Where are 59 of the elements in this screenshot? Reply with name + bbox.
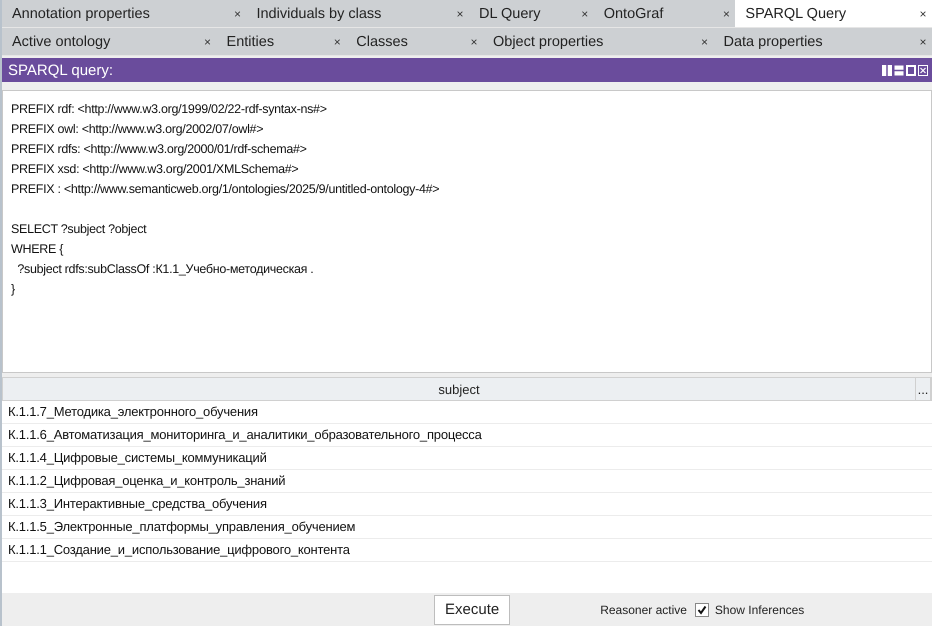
query-line: } [11, 281, 16, 298]
table-cell: К.1.1.6_Автоматизация_мониторинга_и_аналитики_образовательного_процесса [2, 424, 932, 447]
panel-title: SPARQL query: [8, 62, 114, 78]
close-icon[interactable] [918, 64, 928, 76]
tab[interactable]: Data properties × [713, 28, 932, 55]
close-icon[interactable]: × [464, 34, 483, 48]
close-icon[interactable]: × [695, 34, 714, 48]
query-line: WHERE { [11, 241, 64, 258]
tab-label[interactable]: Entities [226, 34, 274, 50]
close-icon[interactable]: × [576, 6, 594, 20]
table-cell: К.1.1.3_Интерактивные_средства_обучения [2, 493, 932, 516]
maximize-icon[interactable] [906, 64, 916, 76]
query-line: ?subject rdfs:subClassOf :К1.1_Учебно-методическая . [16, 261, 314, 278]
query-line: PREFIX owl: <http://www.w3.org/2002/07/owl#> [11, 121, 264, 138]
query-line: PREFIX rdf: <http://www.w3.org/1999/02/22-rdf-syntax-ns#> [11, 101, 328, 118]
tab-label[interactable]: OntoGraf [604, 6, 664, 22]
check-icon [696, 604, 707, 614]
tab-label[interactable]: Individuals by class [256, 6, 382, 22]
table-cell: К.1.1.2_Цифровая_оценка_и_контроль_знаний [2, 470, 932, 493]
table-cell: К.1.1.5_Электронные_платформы_управления_обучением [2, 516, 932, 539]
table-cell: К.1.1.7_Методика_электронного_обучения [2, 401, 932, 424]
close-icon[interactable]: × [198, 34, 217, 48]
tab[interactable]: OntoGraf × [594, 0, 736, 27]
tab[interactable]: Object properties × [482, 28, 714, 55]
table-cell: К.1.1.1_Создание_и_использование_цифрового_контента [2, 539, 932, 562]
checkbox[interactable] [694, 602, 709, 616]
tab-label[interactable]: Data properties [723, 34, 823, 50]
tab-label[interactable]: SPARQL Query [745, 6, 846, 22]
query-line: PREFIX rdfs: <http://www.w3.org/2000/01/rdf-schema#> [11, 141, 308, 158]
tab-label[interactable]: DL Query [478, 6, 540, 22]
tab-label[interactable]: Object properties [492, 34, 604, 50]
tab-label[interactable]: Active ontology [12, 34, 110, 50]
tab[interactable]: Annotation properties × [2, 0, 246, 27]
tab-label[interactable]: Classes [356, 34, 408, 50]
tab[interactable]: DL Query × [468, 0, 594, 27]
reasoner-status: Reasoner active [600, 602, 687, 616]
tab-label[interactable]: Annotation properties [12, 6, 150, 22]
query-line: PREFIX : <http://www.semanticweb.org/1/ontologies/2025/9/untitled-ontology-4#> [11, 181, 440, 198]
query-editor[interactable] [2, 90, 932, 373]
tab[interactable]: Individuals by class × [246, 0, 469, 27]
tab[interactable]: SPARQL Query × [735, 0, 932, 27]
split-vertical-icon[interactable] [882, 64, 892, 76]
close-icon[interactable]: × [450, 6, 469, 20]
split-horizontal-icon[interactable] [894, 64, 904, 76]
table-cell: К.1.1.4_Цифровые_системы_коммуникаций [2, 447, 932, 470]
query-line: PREFIX xsd: <http://www.w3.org/2001/XMLSchema#> [11, 161, 300, 178]
tab[interactable]: Classes × [346, 28, 483, 55]
checkbox-label[interactable]: Show Inferences [714, 602, 804, 616]
close-icon[interactable]: × [717, 6, 736, 20]
close-icon[interactable]: × [228, 6, 246, 20]
close-icon[interactable]: × [328, 34, 346, 48]
close-icon[interactable]: × [914, 34, 932, 48]
query-line: SELECT ?subject ?object [11, 221, 148, 238]
tab[interactable]: Entities × [216, 28, 346, 55]
execute-button[interactable]: Execute [434, 594, 510, 624]
column-header[interactable]: subject [3, 378, 916, 400]
column-header[interactable]: ... [916, 378, 931, 400]
tab[interactable]: Active ontology × [2, 28, 217, 55]
close-icon[interactable]: × [914, 6, 932, 20]
